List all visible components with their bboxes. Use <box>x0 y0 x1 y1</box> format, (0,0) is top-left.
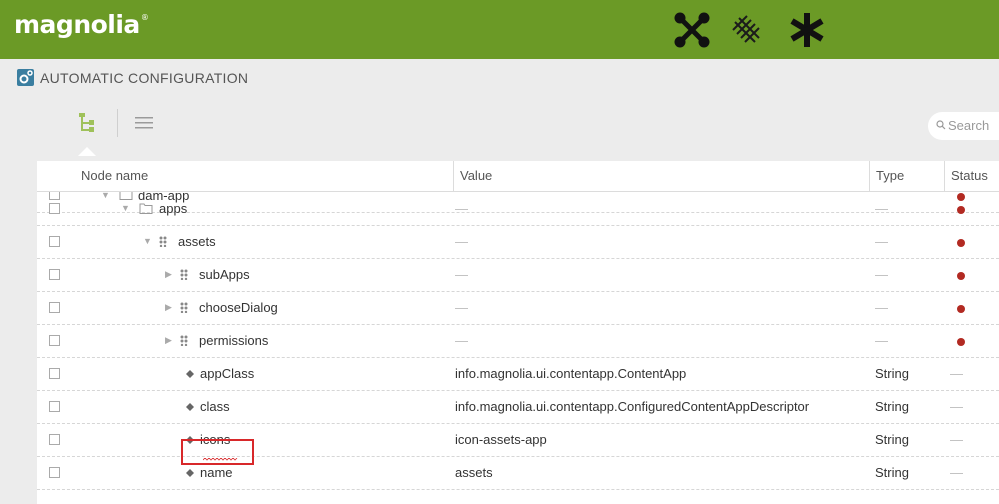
row-checkbox[interactable] <box>49 335 60 346</box>
grid-header: Node name Value Type Status <box>37 161 999 192</box>
node-type: String <box>875 465 909 480</box>
node-name: chooseDialog <box>199 300 278 315</box>
column-header-value[interactable]: Value <box>460 161 492 191</box>
row-checkbox[interactable] <box>49 467 60 478</box>
node-value[interactable]: info.magnolia.ui.contentapp.ConfiguredCo… <box>455 390 809 423</box>
status-indicator: — <box>950 399 963 414</box>
node-name: subApps <box>199 267 250 282</box>
app-bar: AUTOMATIC CONFIGURATION <box>0 59 999 95</box>
status-indicator <box>950 291 965 324</box>
column-separator <box>869 161 870 191</box>
toolbar: Search <box>0 95 999 156</box>
table-row[interactable]: ▼ assets — — <box>37 225 999 259</box>
table-row[interactable]: ▶ subApps — — <box>37 258 999 292</box>
status-indicator: — <box>950 465 963 480</box>
node-type: String <box>875 399 909 414</box>
property-icon <box>186 469 194 477</box>
collapsed-arrow-icon[interactable]: ▶ <box>165 258 172 291</box>
search-icon <box>936 112 946 140</box>
node-type: — <box>875 234 888 249</box>
node-value[interactable]: icon-assets-app <box>455 423 547 456</box>
content-node-icon <box>180 269 188 280</box>
row-checkbox[interactable] <box>49 269 60 280</box>
row-checkbox[interactable] <box>49 203 60 214</box>
node-type: — <box>875 201 888 216</box>
column-separator <box>453 161 454 191</box>
expand-arrow-icon[interactable]: ▼ <box>121 192 130 225</box>
node-type: String <box>875 366 909 381</box>
top-bar: magnolia® <box>0 0 999 59</box>
table-row[interactable]: ▶ chooseDialog — — <box>37 291 999 325</box>
tree-view-button[interactable] <box>72 112 102 138</box>
row-checkbox[interactable] <box>49 401 60 412</box>
search-field[interactable]: Search <box>928 112 999 140</box>
node-name: appClass <box>200 366 255 381</box>
row-checkbox[interactable] <box>49 236 60 247</box>
node-name: apps <box>159 201 188 216</box>
collapsed-arrow-icon[interactable]: ▶ <box>165 324 172 357</box>
content-node-icon <box>159 236 167 247</box>
table-row[interactable]: ▶ permissions — — <box>37 324 999 358</box>
table-row[interactable]: ▼ apps — — <box>37 192 999 226</box>
status-indicator: — <box>950 432 963 447</box>
active-view-indicator <box>78 147 96 156</box>
node-name: assets <box>178 234 216 249</box>
node-type: — <box>875 333 888 348</box>
property-icon <box>186 370 194 378</box>
tree-grid: Node name Value Type Status ▼ dam-app ▼ … <box>37 161 999 504</box>
status-indicator <box>950 258 965 291</box>
list-view-button[interactable] <box>133 113 155 133</box>
node-value: — <box>455 201 468 216</box>
config-app-icon <box>17 69 34 86</box>
highlight-annotation <box>181 439 254 465</box>
apps-launcher-icon[interactable] <box>672 10 712 50</box>
row-checkbox[interactable] <box>49 434 60 445</box>
app-title: AUTOMATIC CONFIGURATION <box>40 70 249 86</box>
status-indicator <box>950 324 965 357</box>
status-indicator: — <box>950 366 963 381</box>
node-value: — <box>455 300 468 315</box>
column-separator <box>944 161 945 191</box>
status-indicator <box>950 192 965 225</box>
node-value: — <box>455 267 468 282</box>
row-checkbox[interactable] <box>49 368 60 379</box>
column-header-node-name[interactable]: Node name <box>81 161 148 191</box>
column-header-status[interactable]: Status <box>951 161 988 191</box>
search-placeholder: Search <box>948 118 990 133</box>
favorites-icon[interactable] <box>787 10 827 50</box>
node-name: class <box>200 399 230 414</box>
magnolia-logo[interactable]: magnolia® <box>14 10 149 39</box>
property-icon <box>186 403 194 411</box>
column-header-type[interactable]: Type <box>876 161 904 191</box>
pulse-icon[interactable] <box>727 10 767 50</box>
table-row[interactable]: class info.magnolia.ui.contentapp.Config… <box>37 390 999 424</box>
node-value[interactable]: info.magnolia.ui.contentapp.ContentApp <box>455 357 686 390</box>
node-type: — <box>875 267 888 282</box>
table-row[interactable]: appClass info.magnolia.ui.contentapp.Con… <box>37 357 999 391</box>
spellcheck-squiggle <box>203 458 238 461</box>
content-node-icon <box>180 302 188 313</box>
view-divider <box>117 109 118 137</box>
logo-text: magnolia <box>14 10 140 39</box>
list-view-icon <box>135 117 153 129</box>
node-name: permissions <box>199 333 269 348</box>
expand-arrow-icon[interactable]: ▼ <box>143 225 152 258</box>
node-value[interactable]: assets <box>455 456 493 489</box>
collapsed-arrow-icon[interactable]: ▶ <box>165 291 172 324</box>
folder-icon <box>139 203 153 214</box>
row-checkbox[interactable] <box>49 302 60 313</box>
node-type: String <box>875 432 909 447</box>
node-value: — <box>455 333 468 348</box>
node-value: — <box>455 234 468 249</box>
node-type: — <box>875 300 888 315</box>
logo-registered-mark: ® <box>140 12 149 22</box>
content-node-icon <box>180 335 188 346</box>
status-indicator <box>950 225 965 258</box>
tree-view-icon <box>79 113 94 132</box>
